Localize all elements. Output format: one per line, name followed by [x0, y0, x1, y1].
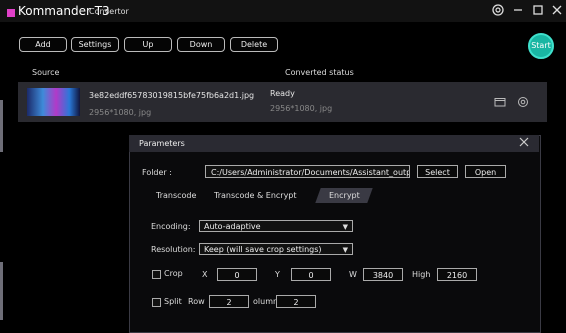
- crop-y-input[interactable]: 0: [291, 268, 331, 281]
- y-label: Y: [275, 270, 280, 279]
- folder-icon[interactable]: [494, 96, 506, 108]
- start-button[interactable]: Start: [528, 33, 554, 59]
- open-folder-button[interactable]: Open: [465, 165, 506, 178]
- encoding-value: Auto-adaptive: [204, 222, 261, 231]
- down-button[interactable]: Down: [177, 37, 225, 52]
- crop-width-input[interactable]: 3840: [363, 268, 403, 281]
- maximize-icon[interactable]: [530, 3, 546, 19]
- crop-height-input[interactable]: 2160: [437, 268, 477, 281]
- add-button[interactable]: Add: [19, 37, 67, 52]
- close-icon[interactable]: [549, 3, 565, 19]
- delete-button[interactable]: Delete: [230, 37, 278, 52]
- settings-button[interactable]: Settings: [71, 37, 119, 52]
- column-label: olumn: [253, 297, 279, 306]
- tab-transcode-encrypt[interactable]: Transcode & Encrypt: [199, 188, 310, 203]
- dialog-close-icon[interactable]: [516, 136, 532, 152]
- high-label: High: [412, 270, 431, 279]
- app-logo-icon: [7, 9, 15, 17]
- crop-checkbox[interactable]: [152, 270, 161, 279]
- folder-label: Folder :: [142, 168, 172, 177]
- app-subtitle: Convertor: [89, 7, 129, 16]
- w-label: W: [349, 270, 357, 279]
- crop-x-input[interactable]: 0: [217, 268, 257, 281]
- side-scroll-indicator: [0, 100, 3, 152]
- encoding-select[interactable]: Auto-adaptive ▼: [199, 220, 353, 232]
- resolution-value: Keep (will save crop settings): [204, 245, 322, 254]
- chevron-down-icon: ▼: [342, 223, 348, 231]
- x-label: X: [202, 270, 208, 279]
- file-output-dimensions: 2956*1080, jpg: [270, 104, 333, 113]
- file-thumbnail: [27, 88, 80, 116]
- source-column-header: Source: [32, 68, 60, 77]
- tab-encrypt[interactable]: Encrypt: [315, 188, 373, 203]
- row-label: Row: [188, 297, 205, 306]
- file-source-dimensions: 2956*1080, jpg: [89, 108, 152, 117]
- encoding-label: Encoding:: [151, 222, 191, 231]
- chevron-down-icon: ▼: [342, 246, 348, 254]
- convert-status: Ready: [270, 89, 295, 98]
- split-column-input[interactable]: 2: [276, 295, 316, 308]
- dialog-title: Parameters: [139, 139, 185, 148]
- resolution-label: Resolution:: [151, 245, 196, 254]
- resolution-select[interactable]: Keep (will save crop settings) ▼: [199, 243, 353, 255]
- split-row-input[interactable]: 2: [209, 295, 249, 308]
- output-folder-field[interactable]: C:/Users/Administrator/Documents/Assista…: [205, 165, 410, 178]
- settings-gear-icon[interactable]: [490, 3, 506, 19]
- status-column-header: Converted status: [285, 68, 354, 77]
- minimize-icon[interactable]: [510, 3, 526, 19]
- select-folder-button[interactable]: Select: [417, 165, 458, 178]
- side-scroll-indicator: [0, 262, 3, 320]
- tab-transcode[interactable]: Transcode: [147, 188, 204, 203]
- file-name: 3e82eddf65783019815bfe75fb6a2d1.jpg: [89, 91, 255, 100]
- crop-label: Crop: [164, 269, 183, 278]
- up-button[interactable]: Up: [124, 37, 172, 52]
- split-checkbox[interactable]: [152, 298, 161, 307]
- dialog-title-bar: [129, 135, 539, 152]
- split-label: Split: [164, 297, 182, 306]
- item-settings-gear-icon[interactable]: [517, 96, 529, 108]
